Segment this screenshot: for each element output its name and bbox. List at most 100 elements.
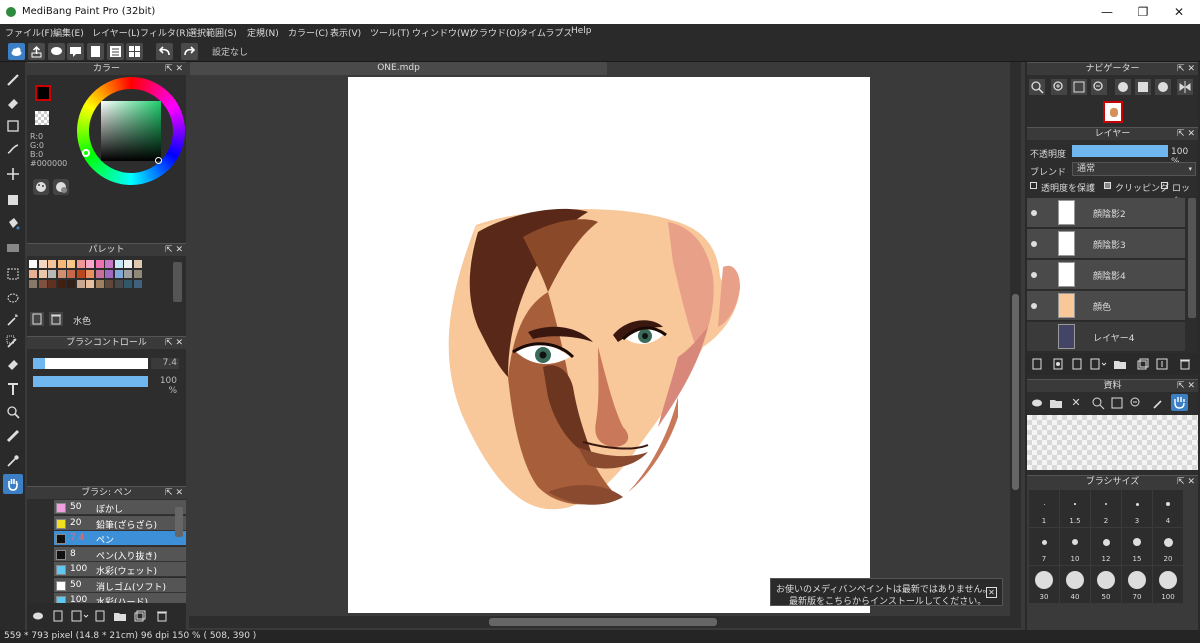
- brush-size-cell[interactable]: 10: [1060, 528, 1090, 565]
- menu-view[interactable]: 表示(V): [330, 26, 361, 39]
- brush-item[interactable]: 100 水彩(ウェット): [54, 562, 186, 577]
- delete-layer-button[interactable]: [1178, 357, 1192, 371]
- brush-item[interactable]: 20 鉛筆(ざらざら): [54, 515, 186, 531]
- palette-swatch[interactable]: [124, 280, 132, 288]
- transparent-color-swatch[interactable]: [35, 111, 49, 125]
- divide-tool[interactable]: [3, 402, 23, 422]
- palette-swatch[interactable]: [133, 260, 142, 268]
- layer-folder-button[interactable]: [1113, 357, 1127, 371]
- materials-open-button[interactable]: [1049, 396, 1063, 410]
- menu-selection[interactable]: 選択範囲(S): [188, 26, 237, 39]
- palette-swatch[interactable]: [105, 260, 113, 268]
- gradient-tool[interactable]: [3, 238, 23, 258]
- eye-icon[interactable]: [1031, 241, 1037, 247]
- materials-cloud-button[interactable]: [1030, 396, 1044, 410]
- new-layer-button[interactable]: [1030, 357, 1044, 371]
- palette-swatch[interactable]: [57, 270, 66, 278]
- saturation-value-square[interactable]: [101, 101, 161, 161]
- hue-cursor[interactable]: [82, 149, 90, 157]
- add-layer-menu-button[interactable]: [1089, 357, 1109, 371]
- menu-cloud[interactable]: クラウド(O): [470, 26, 520, 39]
- palette-swatch[interactable]: [105, 270, 113, 278]
- hue-ring[interactable]: [77, 77, 185, 185]
- lock-checkbox[interactable]: [1161, 182, 1168, 189]
- brush-duplicate-button[interactable]: [133, 609, 147, 623]
- menu-file[interactable]: ファイル(F): [5, 26, 53, 39]
- brush-item[interactable]: 50 消しゴム(ソフト): [54, 577, 186, 593]
- brush-item[interactable]: 50 ぼかし: [54, 500, 186, 515]
- page-manage-button[interactable]: [107, 43, 124, 60]
- layer-row[interactable]: 顔色: [1027, 291, 1185, 321]
- menu-layer[interactable]: レイヤー(L): [92, 26, 140, 39]
- palette-swatch[interactable]: [105, 280, 113, 288]
- palette-swatch[interactable]: [48, 260, 56, 268]
- brush-opacity-slider[interactable]: [33, 376, 148, 387]
- palette-swatch[interactable]: [86, 270, 94, 278]
- color-wheel-button[interactable]: [33, 179, 49, 195]
- blur-tool[interactable]: [3, 426, 23, 446]
- navigator-preview[interactable]: [1103, 101, 1123, 123]
- menu-filter[interactable]: フィルタ(R): [140, 26, 189, 39]
- brush-size-cell[interactable]: 1.5: [1060, 490, 1090, 527]
- eyedropper-tool[interactable]: [3, 451, 23, 471]
- palette-swatch[interactable]: [29, 260, 37, 268]
- palette-swatch[interactable]: [114, 270, 123, 278]
- palette-swatch[interactable]: [29, 270, 37, 278]
- brush-tool[interactable]: [3, 70, 23, 90]
- update-notification[interactable]: お使いのメディバンペイントは最新ではありません。 最新版をこちらからインストール…: [770, 578, 1003, 607]
- palette-swatch[interactable]: [95, 270, 104, 278]
- undo-button[interactable]: [156, 43, 173, 60]
- close-button[interactable]: ✕: [1162, 0, 1196, 24]
- palette-swatch[interactable]: [76, 280, 85, 288]
- menu-color[interactable]: カラー(C): [288, 26, 328, 39]
- select-tool[interactable]: [3, 264, 23, 284]
- palette-swatch[interactable]: [48, 280, 56, 288]
- palette-swatch[interactable]: [86, 260, 94, 268]
- brush-size-value[interactable]: 7.4: [151, 358, 179, 369]
- brush-size-cell[interactable]: 1: [1029, 490, 1059, 527]
- eye-icon[interactable]: [1031, 272, 1037, 278]
- materials-zoom-in-button[interactable]: [1091, 396, 1105, 410]
- palette-scrollbar[interactable]: [173, 262, 182, 302]
- new-bit-layer-button[interactable]: [1070, 357, 1084, 371]
- brush-size-cell[interactable]: 70: [1122, 566, 1152, 603]
- eye-icon[interactable]: [1031, 303, 1037, 309]
- palette-swatch[interactable]: [133, 270, 142, 278]
- color-cursor[interactable]: [155, 157, 162, 164]
- new-halftone-layer-button[interactable]: [1051, 357, 1065, 371]
- menu-edit[interactable]: 編集(E): [53, 26, 84, 39]
- blend-mode-select[interactable]: 通常 ▾: [1072, 162, 1196, 176]
- zoom-out-button[interactable]: [1091, 79, 1107, 95]
- brush-size-cell[interactable]: 20: [1153, 528, 1183, 565]
- brush-size-cell[interactable]: 30: [1029, 566, 1059, 603]
- layer-scrollbar[interactable]: [1188, 198, 1196, 318]
- eye-icon[interactable]: [1031, 210, 1037, 216]
- select-pen-tool[interactable]: [3, 332, 23, 352]
- zoom-in-alt-button[interactable]: [1051, 79, 1067, 95]
- ruler-tool[interactable]: [3, 139, 23, 159]
- brush-type-button[interactable]: [70, 609, 90, 623]
- brush-size-cell[interactable]: 15: [1122, 528, 1152, 565]
- brush-size-cell[interactable]: 3: [1122, 490, 1152, 527]
- palette-swatch[interactable]: [95, 260, 104, 268]
- message-button[interactable]: [67, 43, 84, 60]
- palette-swatch[interactable]: [48, 270, 56, 278]
- palette-swatch[interactable]: [114, 280, 123, 288]
- palette-swatch[interactable]: [95, 280, 104, 288]
- palette-swatch[interactable]: [38, 280, 47, 288]
- palette-swatch[interactable]: [76, 270, 85, 278]
- redo-button[interactable]: [181, 43, 198, 60]
- shape-tool[interactable]: [3, 190, 23, 210]
- menu-ruler[interactable]: 定規(N): [247, 26, 279, 39]
- fit-button[interactable]: [1071, 79, 1087, 95]
- text-tool[interactable]: [3, 379, 23, 399]
- materials-close-button[interactable]: ✕: [1069, 396, 1083, 410]
- protect-alpha-checkbox[interactable]: [1030, 182, 1037, 189]
- delete-palette-button[interactable]: [49, 312, 63, 326]
- palette-swatch[interactable]: [76, 260, 85, 268]
- minimize-button[interactable]: —: [1090, 0, 1124, 24]
- brush-folder-button[interactable]: [113, 609, 127, 623]
- clipping-checkbox[interactable]: [1104, 182, 1111, 189]
- palette-swatch[interactable]: [38, 270, 47, 278]
- palette-swatch[interactable]: [57, 280, 66, 288]
